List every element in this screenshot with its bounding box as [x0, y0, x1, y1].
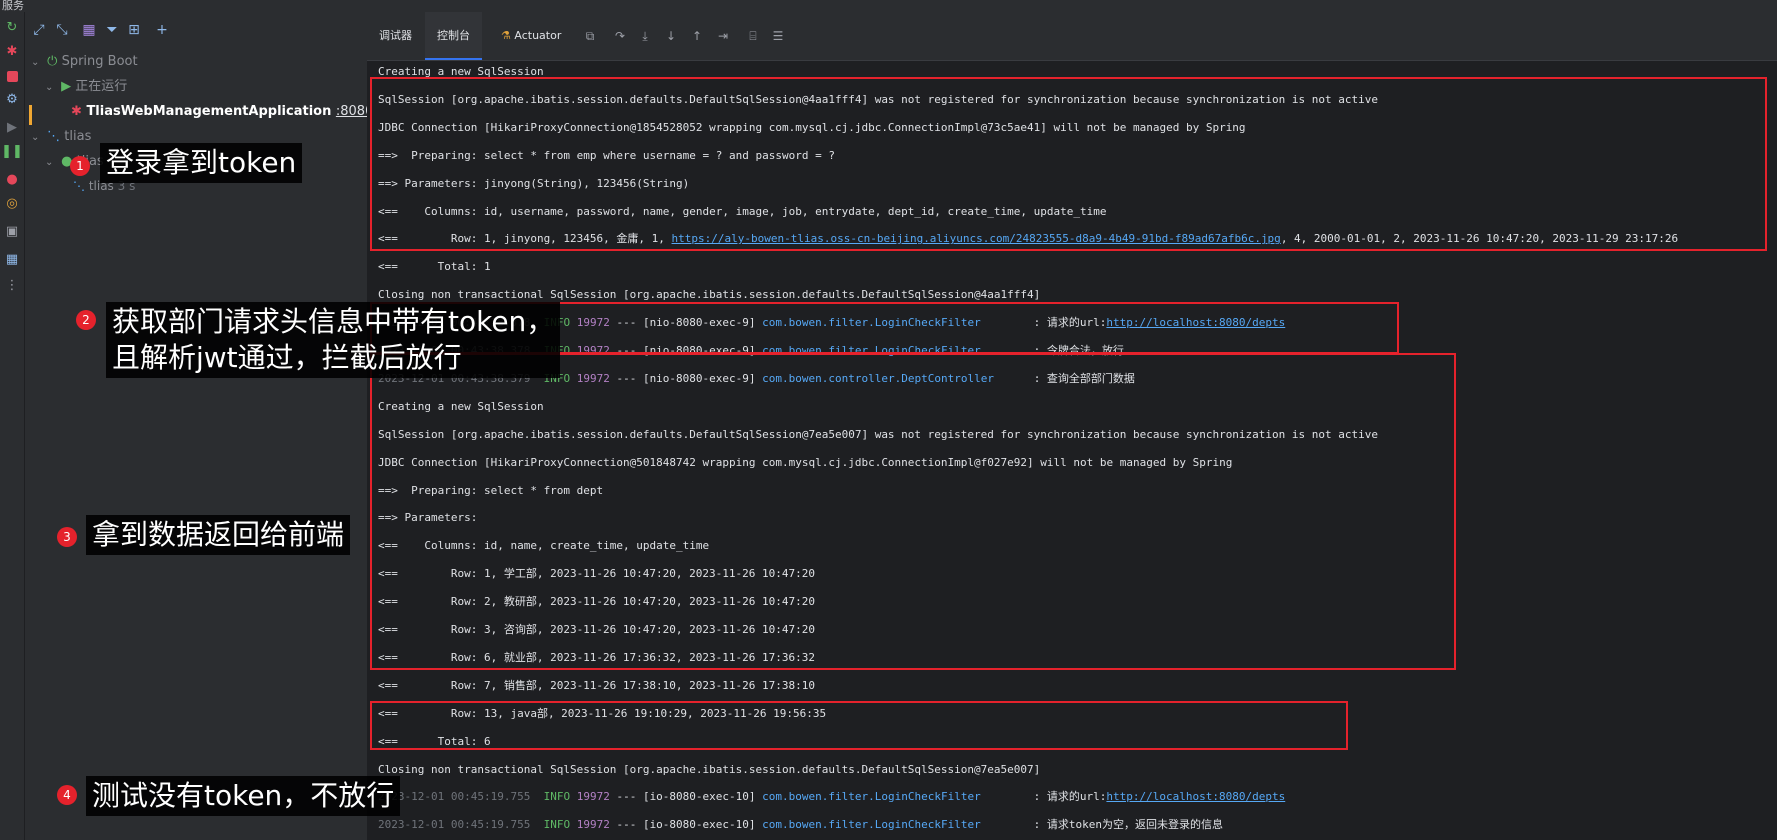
log-link[interactable]: http://localhost:8080/depts [1106, 790, 1285, 803]
new-service-icon[interactable]: ⊞ [125, 21, 143, 39]
camera-icon[interactable]: ▣ [4, 224, 20, 240]
log-line: 2023-12-01 00:45:19.755 INFO 19972 --- [… [378, 787, 1285, 807]
filter-icon[interactable]: ⏷ [103, 21, 121, 39]
tree-running[interactable]: ⌄ ▶ 正在运行 [45, 76, 127, 98]
force-step-into-icon[interactable]: ↓ [663, 28, 679, 44]
log-level: INFO [543, 790, 571, 804]
selection-marker [29, 105, 32, 125]
add-icon[interactable]: + [153, 21, 171, 39]
actuator-icon: ⚗ [501, 29, 511, 42]
chevron-down-icon: ⌄ [45, 82, 54, 93]
tree-app[interactable]: ✱ TliasWebManagementApplication :8080/ [71, 101, 378, 123]
stop-icon[interactable] [4, 68, 20, 84]
highlight-box [370, 353, 1456, 670]
console-area: 调试器 控制台 ⚗ Actuator ⧉ ↷ ⤓ ↓ ↑ ⇥ ⌸ ☰ Creat… [367, 12, 1777, 840]
highlight-box [370, 77, 1767, 251]
window-title: 服务 [0, 0, 1777, 12]
log-line: Closing non transactional SqlSession [or… [378, 760, 1040, 780]
log-message: : 请求token为空，返回未登录的信息 [980, 818, 1224, 832]
debug-bug-icon: ✱ [71, 104, 82, 119]
tab-debugger[interactable]: 调试器 [367, 12, 424, 60]
power-icon: ⏻ [47, 54, 58, 69]
annotation-3: 拿到数据返回给前端 [86, 515, 351, 555]
highlight-box [370, 701, 1348, 750]
tree-spring-boot[interactable]: ⌄ ⏻ Spring Boot [31, 51, 138, 73]
annotation-badge: 3 [57, 527, 77, 547]
console-tabbar: 调试器 控制台 ⚗ Actuator ⧉ ↷ ⤓ ↓ ↑ ⇥ ⌸ ☰ [367, 12, 1777, 61]
annotation-badge: 4 [57, 785, 77, 805]
threads-icon[interactable]: ☰ [770, 28, 786, 44]
bug-icon[interactable]: ✱ [4, 44, 20, 60]
log-line: 2023-12-01 00:45:19.755 INFO 19972 --- [… [378, 815, 1223, 835]
run-icon: ▶ [61, 79, 72, 94]
tab-actuator[interactable]: ⚗ Actuator [489, 12, 573, 60]
log-text: <== Row: 7, 销售部, 2023-11-26 17:38:10, 20… [378, 678, 815, 692]
chevron-down-icon: ⌄ [31, 57, 40, 68]
settings-icon[interactable]: ⚙ [4, 92, 20, 108]
evaluate-icon[interactable]: ⌸ [745, 28, 761, 44]
run-to-cursor-icon[interactable]: ⇥ [715, 28, 731, 44]
db-icon: ⋱ [73, 179, 85, 193]
restore-layout-icon[interactable]: ⧉ [582, 28, 598, 44]
log-thread: --- [io-8080-exec-10] [609, 818, 763, 832]
log-pid: 19972 [576, 818, 610, 832]
log-timestamp: 2023-12-01 00:45:19.755 [378, 790, 531, 804]
log-text: Closing non transactional SqlSession [or… [378, 288, 1041, 302]
record-icon[interactable]: ● [4, 172, 20, 188]
left-toolstrip: ↻ ✱ ⚙ ▶ ❚❚ ● ◎ ▣ ▦ ⋮ [0, 12, 25, 840]
log-thread: --- [io-8080-exec-10] [609, 790, 763, 804]
log-line: <== Row: 7, 销售部, 2023-11-26 17:38:10, 20… [378, 676, 815, 696]
log-timestamp: 2023-12-01 00:45:19.755 [378, 818, 531, 832]
group-icon[interactable]: ▦ [80, 21, 98, 39]
pause-icon[interactable]: ❚❚ [1, 144, 23, 160]
step-over-icon[interactable]: ↷ [612, 28, 628, 44]
annotation-1: 登录拿到token [100, 143, 303, 183]
log-line: <== Total: 1 [378, 257, 491, 277]
annotation-badge: 1 [70, 156, 90, 176]
log-text: Closing non transactional SqlSession [or… [378, 762, 1041, 776]
chevron-down-icon: ⌄ [31, 132, 40, 143]
log-level: INFO [543, 818, 571, 832]
annotation-2: 获取部门请求头信息中带有token， 且解析jwt通过，拦截后放行 [106, 302, 561, 378]
annotation-4: 测试没有token，不放行 [86, 776, 401, 816]
more-icon[interactable]: ⋮ [4, 278, 20, 294]
layout-icon[interactable]: ▦ [4, 252, 20, 268]
log-text: <== Total: 1 [378, 260, 491, 274]
mute-icon[interactable]: ◎ [4, 196, 20, 212]
chevron-down-icon: ⌄ [45, 157, 54, 168]
tree-tlias[interactable]: ⌄ ⋱ tlias [31, 126, 91, 148]
annotation-badge: 2 [76, 310, 96, 330]
tab-console[interactable]: 控制台 [425, 12, 482, 60]
services-panel: ⤢ ⤡ ▦ ⏷ ⊞ + ⌄ ⏻ Spring Boot ⌄ ▶ 正在运行 ✱ T… [25, 12, 378, 840]
db-icon: ⋱ [47, 129, 61, 144]
resume-icon[interactable]: ▶ [4, 120, 20, 136]
log-pid: 19972 [576, 790, 610, 804]
log-message: : 请求的url: [980, 790, 1107, 804]
step-into-icon[interactable]: ⤓ [637, 28, 653, 44]
step-out-icon[interactable]: ↑ [689, 28, 705, 44]
refresh-icon[interactable]: ↻ [4, 20, 20, 36]
log-logger[interactable]: com.bowen.filter.LoginCheckFilter [762, 818, 981, 831]
expand-all-icon[interactable]: ⤢ [30, 21, 48, 39]
collapse-all-icon[interactable]: ⤡ [53, 21, 71, 39]
log-logger[interactable]: com.bowen.filter.LoginCheckFilter [762, 790, 981, 803]
